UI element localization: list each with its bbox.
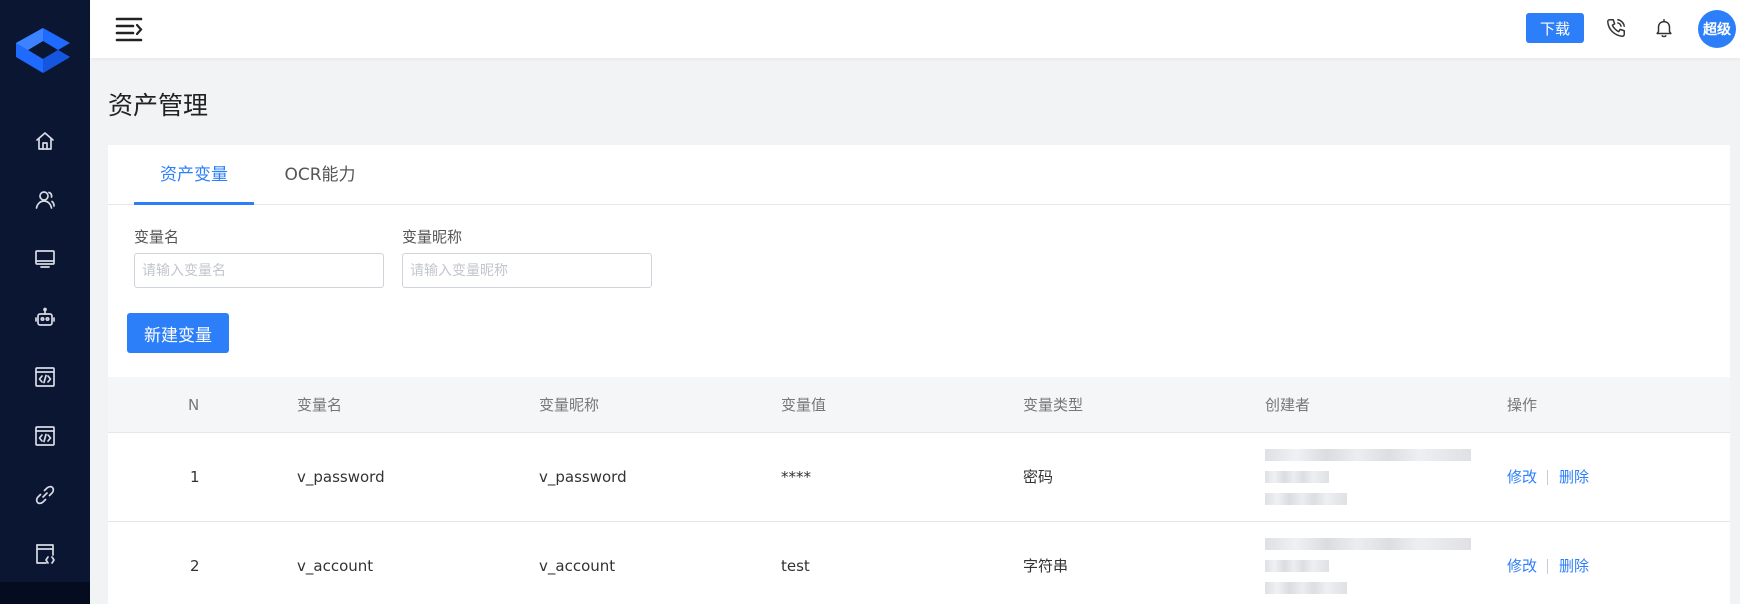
menu-toggle-icon — [115, 17, 143, 42]
code-window-icon — [35, 367, 55, 387]
download-button[interactable]: 下载 — [1526, 13, 1584, 43]
link-icon — [35, 485, 55, 505]
variable-nickname-label: 变量昵称 — [402, 228, 463, 246]
notifications-button[interactable] — [1651, 15, 1677, 41]
home-icon — [36, 132, 54, 150]
column-header-value: 变量值 — [781, 396, 827, 414]
create-variable-button[interactable]: 新建变量 — [127, 313, 229, 353]
phone-icon — [1607, 19, 1625, 37]
active-tab-indicator — [134, 202, 254, 205]
sidebar — [0, 0, 90, 604]
row-variable-nickname: v_password — [539, 468, 627, 486]
row-variable-value: test — [781, 557, 810, 575]
column-header-n: N — [188, 396, 200, 414]
variable-name-label: 变量名 — [134, 228, 180, 246]
row-variable-nickname: v_account — [539, 557, 616, 575]
sidebar-item-logs[interactable] — [0, 534, 90, 574]
phone-button[interactable] — [1603, 15, 1629, 41]
variable-name-input[interactable] — [134, 253, 384, 288]
tab-asset-variables[interactable]: 资产变量 — [134, 145, 254, 205]
robot-icon — [35, 307, 55, 326]
monitor-icon — [35, 250, 55, 268]
row-creator-redacted — [1265, 449, 1475, 509]
sidebar-item-assets[interactable] — [0, 416, 90, 456]
bell-icon — [1656, 19, 1672, 38]
row-number: 2 — [190, 557, 200, 575]
row-creator-redacted — [1265, 538, 1475, 598]
column-header-actions: 操作 — [1507, 396, 1538, 414]
users-icon — [35, 191, 55, 209]
action-divider — [1547, 470, 1548, 485]
app-logo-icon[interactable] — [12, 26, 74, 84]
row-variable-type: 字符串 — [1023, 557, 1069, 575]
content-card: 资产变量 OCR能力 变量名 变量昵称 新建变量 N 变量名 变量昵称 变量值 … — [108, 145, 1730, 604]
tab-bar: 资产变量 OCR能力 — [108, 145, 1730, 205]
code-window-icon — [35, 426, 55, 446]
row-variable-type: 密码 — [1023, 468, 1054, 486]
action-divider — [1547, 559, 1548, 574]
sidebar-item-home[interactable] — [0, 121, 90, 161]
delete-link[interactable]: 删除 — [1559, 433, 1589, 522]
sidebar-item-robots[interactable] — [0, 298, 90, 338]
row-number: 1 — [190, 468, 200, 486]
edit-link[interactable]: 修改 — [1507, 433, 1537, 522]
row-variable-name: v_account — [297, 557, 374, 575]
table-row: 1 v_password v_password **** 密码 修改 删除 — [108, 433, 1730, 522]
row-variable-value: **** — [781, 468, 811, 486]
user-avatar[interactable]: 超级 — [1698, 10, 1736, 48]
table-header: N 变量名 变量昵称 变量值 变量类型 创建者 操作 — [108, 377, 1730, 433]
sidebar-item-devices[interactable] — [0, 239, 90, 279]
sidebar-item-users[interactable] — [0, 180, 90, 220]
page-title: 资产管理 — [108, 91, 209, 120]
delete-link[interactable]: 删除 — [1559, 522, 1589, 604]
column-header-nickname: 变量昵称 — [539, 396, 600, 414]
top-header: 下载 超级 — [90, 0, 1740, 58]
sidebar-item-processes[interactable] — [0, 357, 90, 397]
column-header-name: 变量名 — [297, 396, 343, 414]
code-doc-icon — [36, 544, 55, 564]
menu-toggle-button[interactable] — [114, 14, 144, 44]
sidebar-item-integrations[interactable] — [0, 475, 90, 515]
sidebar-footer — [0, 582, 90, 604]
column-header-type: 变量类型 — [1023, 396, 1084, 414]
column-header-creator: 创建者 — [1265, 396, 1311, 414]
tab-ocr[interactable]: OCR能力 — [270, 145, 370, 205]
edit-link[interactable]: 修改 — [1507, 522, 1537, 604]
table-row: 2 v_account v_account test 字符串 修改 删除 — [108, 522, 1730, 604]
variable-nickname-input[interactable] — [402, 253, 652, 288]
row-variable-name: v_password — [297, 468, 385, 486]
